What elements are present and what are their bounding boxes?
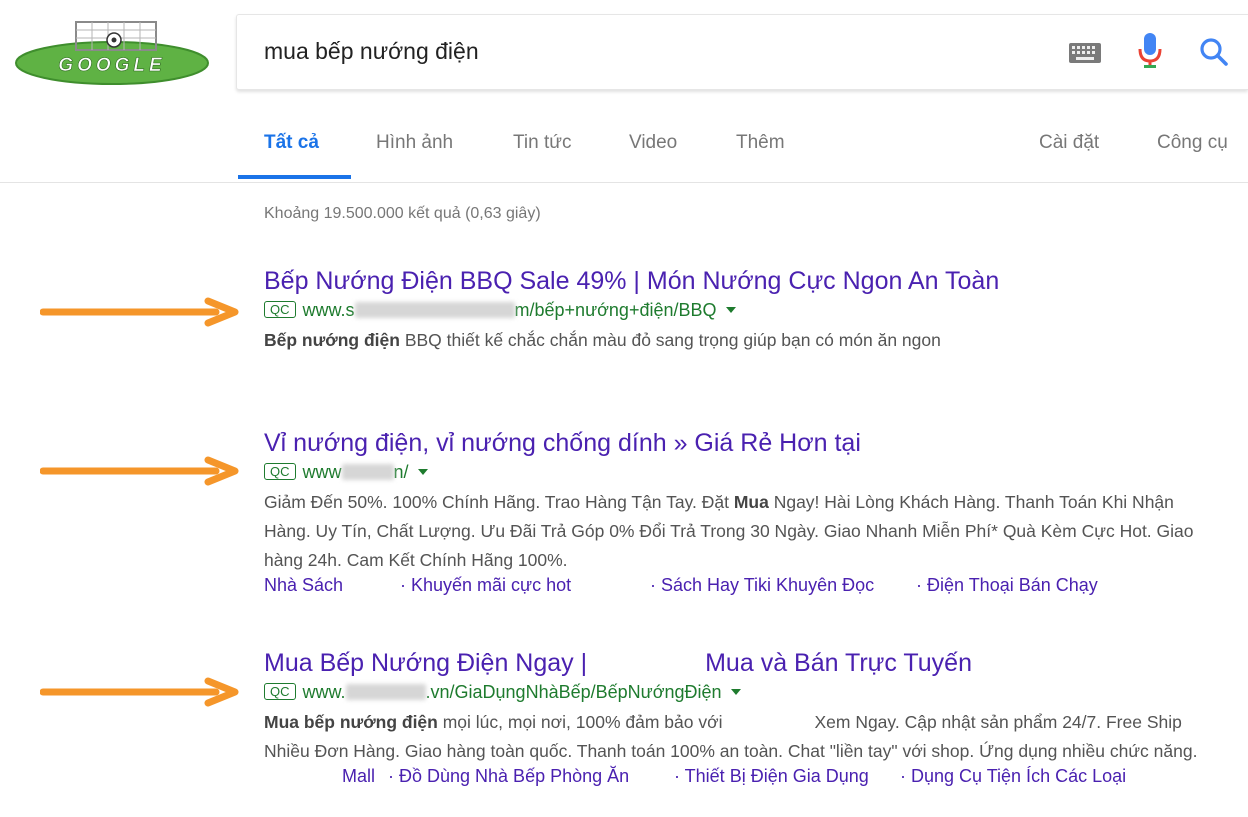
- annotation-arrow-icon: [40, 456, 239, 486]
- tab-more[interactable]: Thêm: [736, 132, 785, 154]
- active-tab-indicator: [238, 175, 351, 179]
- annotation-arrow-icon: [40, 677, 239, 707]
- ad-title[interactable]: Bếp Nướng Điện BBQ Sale 49% | Món Nướng …: [264, 264, 1224, 298]
- ad-result-1: Bếp Nướng Điện BBQ Sale 49% | Món Nướng …: [264, 264, 1224, 355]
- ad-url-prefix: www.: [302, 682, 346, 702]
- ad-desc-text: BBQ thiết kế chắc chắn màu đỏ sang trọng…: [399, 330, 941, 350]
- sitelink[interactable]: · Điện Thoại Bán Chạy: [916, 575, 1098, 596]
- ad-sitelinks: Mall · Đồ Dùng Nhà Bếp Phòng Ăn · Thiết …: [264, 766, 1224, 794]
- tab-tools[interactable]: Công cụ: [1157, 132, 1228, 154]
- ad-badge: QC: [264, 683, 296, 700]
- search-box[interactable]: [236, 14, 1248, 90]
- ad-title-part: Mua và Bán Trực Tuyến: [705, 649, 972, 677]
- ad-title-part: Mua Bếp Nướng Điện Ngay |: [264, 649, 588, 677]
- ad-title[interactable]: Mua Bếp Nướng Điện Ngay | Mua và Bán Trực…: [264, 646, 1224, 680]
- ad-badge: QC: [264, 463, 296, 480]
- search-input[interactable]: [264, 38, 1024, 65]
- result-stats: Khoảng 19.500.000 kết quả (0,63 giây): [264, 205, 541, 222]
- ad-desc-text: Giảm Đến 50%. 100% Chính Hãng. Trao Hàng…: [264, 492, 734, 512]
- ad-url-suffix: .vn/GiaDụngNhàBếp/BếpNướngĐiện: [425, 682, 722, 702]
- sitelink[interactable]: · Sách Hay Tiki Khuyên Đọc: [650, 575, 874, 596]
- sitelink[interactable]: · Đồ Dùng Nhà Bếp Phòng Ăn: [388, 766, 629, 787]
- ad-url-suffix: n/: [393, 462, 409, 482]
- ad-url-suffix: m/bếp+nướng+điện/BBQ: [514, 300, 717, 320]
- ad-result-2: Vỉ nướng điện, vỉ nướng chống dính » Giá…: [264, 426, 1224, 603]
- redacted-domain: [354, 302, 515, 318]
- search-tabs: Tất cả Hình ảnh Tin tức Video Thêm Cài đ…: [0, 120, 1248, 180]
- redacted-domain: [341, 464, 394, 480]
- ad-desc-bold: Mua bếp nướng điện: [264, 712, 438, 732]
- ad-description: Bếp nướng điện BBQ thiết kế chắc chắn mà…: [264, 326, 1224, 355]
- dropdown-caret-icon[interactable]: [730, 689, 741, 695]
- ad-url: QC www.s m/bếp+nướng+điện/BBQ: [264, 298, 1224, 322]
- dropdown-caret-icon[interactable]: [725, 307, 736, 313]
- ad-url-prefix: www.s: [302, 300, 355, 320]
- doodle-text: GOOGLE: [58, 55, 165, 76]
- tab-all[interactable]: Tất cả: [264, 132, 319, 154]
- ad-url-prefix: www: [302, 462, 342, 482]
- sitelink[interactable]: · Khuyến mãi cực hot: [400, 575, 571, 596]
- ad-desc-text: mọi lúc, mọi nơi, 100% đảm bảo với: [437, 712, 723, 732]
- ad-url: QC www n/: [264, 460, 1224, 484]
- search-icon[interactable]: [1199, 37, 1229, 67]
- annotation-arrow-icon: [40, 297, 239, 327]
- ad-desc-bold: Bếp nướng điện: [264, 330, 400, 350]
- search-header: GOOGLE Tất cả Hình ảnh Tin tức Video Thê…: [0, 0, 1248, 182]
- sitelink[interactable]: Mall: [342, 766, 375, 787]
- ad-description: Mua bếp nướng điện mọi lúc, mọi nơi, 100…: [264, 708, 1224, 766]
- google-doodle-logo[interactable]: GOOGLE: [14, 18, 214, 88]
- tab-news[interactable]: Tin tức: [513, 132, 571, 154]
- tab-settings[interactable]: Cài đặt: [1039, 132, 1099, 154]
- microphone-icon[interactable]: [1137, 31, 1163, 71]
- tab-video[interactable]: Video: [629, 132, 677, 154]
- ad-title[interactable]: Vỉ nướng điện, vỉ nướng chống dính » Giá…: [264, 426, 1224, 460]
- ad-badge: QC: [264, 301, 296, 318]
- sitelink[interactable]: · Dụng Cụ Tiện Ích Các Loại: [900, 766, 1126, 787]
- ad-result-3: Mua Bếp Nướng Điện Ngay | Mua và Bán Trực…: [264, 646, 1224, 794]
- sitelink[interactable]: Nhà Sách: [264, 575, 343, 596]
- ad-description: Giảm Đến 50%. 100% Chính Hãng. Trao Hàng…: [264, 488, 1224, 575]
- keyboard-icon[interactable]: [1069, 43, 1101, 63]
- ad-desc-bold: Mua: [733, 492, 769, 512]
- sitelink[interactable]: · Thiết Bị Điện Gia Dụng: [674, 766, 869, 787]
- ad-sitelinks: Nhà Sách · Khuyến mãi cực hot · Sách Hay…: [264, 575, 1224, 603]
- tab-images[interactable]: Hình ảnh: [376, 132, 453, 154]
- dropdown-caret-icon[interactable]: [417, 469, 428, 475]
- redacted-domain: [345, 684, 426, 700]
- ad-url: QC www. .vn/GiaDụngNhàBếp/BếpNướngĐiện: [264, 680, 1224, 704]
